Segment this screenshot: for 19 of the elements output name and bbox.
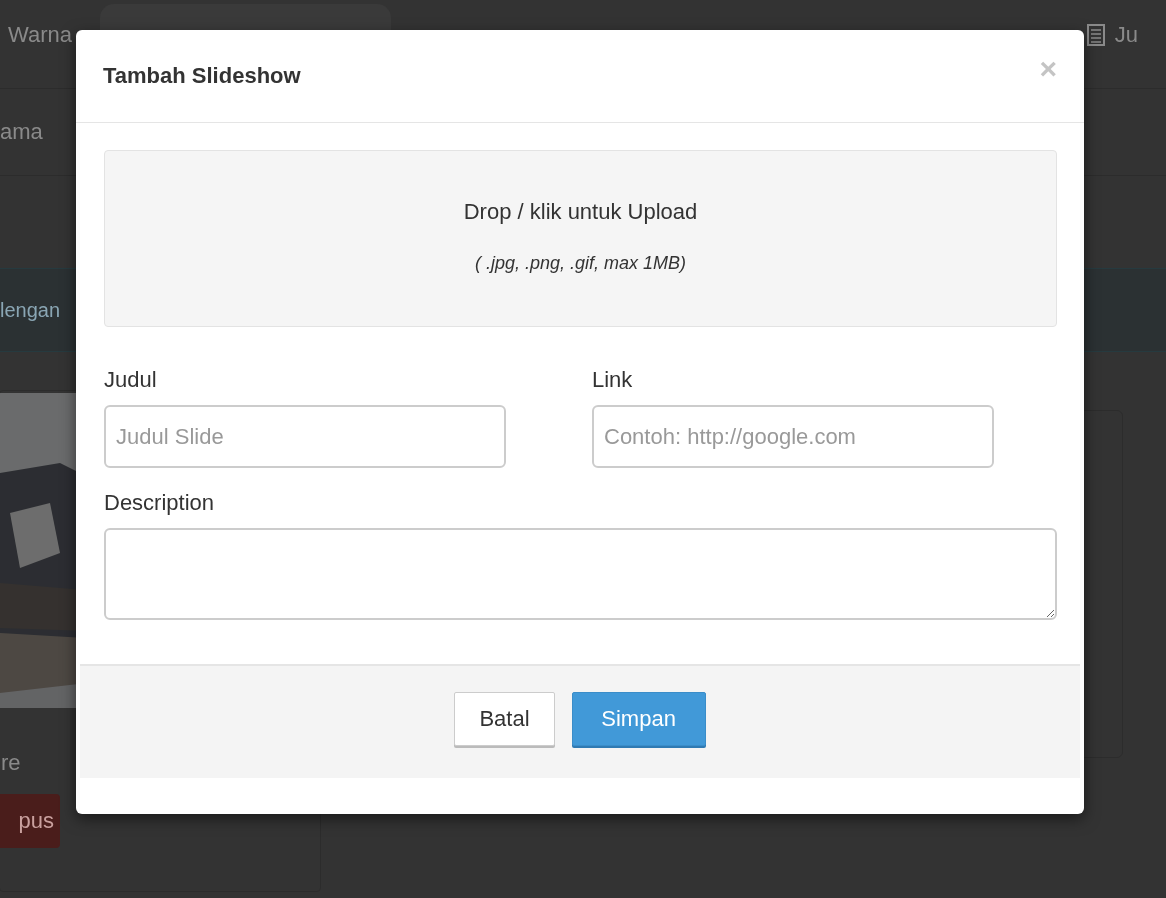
field-label: ama [0,119,43,145]
description-field[interactable] [104,528,1057,620]
document-icon [1086,24,1105,46]
field-label: Link [592,367,634,393]
notice-text: lengan [0,298,61,322]
input-field[interactable]: Judul Slide [104,405,506,468]
upload-dropzone[interactable]: Drop / klik untuk Upload ( .jpg, .png, .gif, max 1MB) [104,150,1057,327]
upload-hint: ( .jpg, .png, .gif, max 1MB) [474,253,687,274]
nav-tab[interactable]: Warna [8,22,72,48]
field-label: Description [104,490,216,516]
delete-button[interactable]: pus [0,794,60,848]
modal-title: Tambah Slideshow [103,63,301,89]
product-name: re [1,750,22,776]
upload-title: Drop / klik untuk Upload [463,199,698,225]
field-label: Judul [104,367,158,393]
input-field[interactable]: Contoh: http://google.com [592,405,994,468]
save-button[interactable]: Simpan [571,692,706,746]
cancel-button[interactable]: Batal [454,692,555,746]
nav-tab[interactable]: Ju [1114,22,1138,48]
